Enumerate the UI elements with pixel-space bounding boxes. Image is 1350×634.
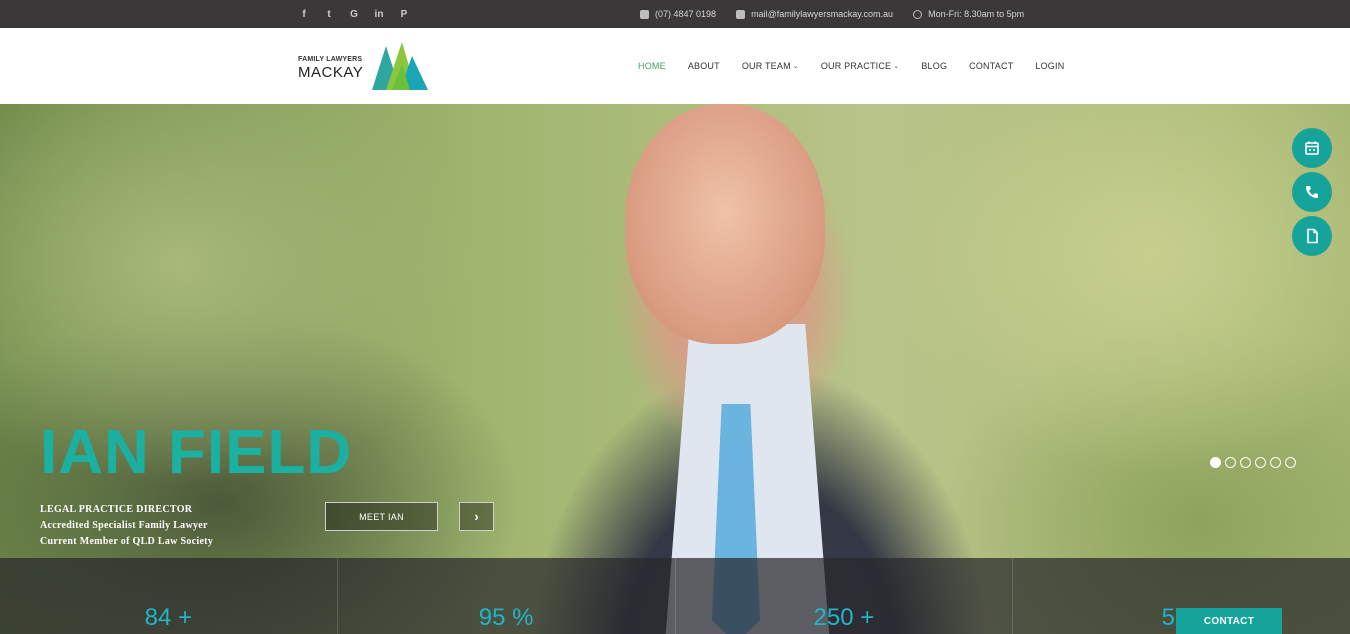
nav-our-team[interactable]: OUR TEAM ⌄ (742, 61, 799, 71)
slide-dot[interactable] (1270, 457, 1281, 468)
top-bar: f t G in P (07) 4847 0198 mail@familylaw… (0, 0, 1350, 28)
logo-mark-icon (372, 42, 428, 90)
nav-login[interactable]: LOGIN (1035, 61, 1064, 71)
email-address[interactable]: mail@familylawyersmackay.com.au (751, 9, 893, 19)
floating-action-buttons (1292, 128, 1332, 256)
stat-number: 95 % (478, 604, 534, 631)
hero-membership: Current Member of QLD Law Society (40, 536, 214, 547)
chevron-right-icon: › (474, 509, 479, 524)
slide-dot[interactable] (1255, 457, 1266, 468)
slide-dot[interactable] (1225, 457, 1236, 468)
mail-icon (736, 9, 746, 19)
stat-item: 84 + (0, 558, 338, 634)
site-logo[interactable]: FAMILY LAWYERS MACKAY (298, 42, 433, 92)
hours-info: Mon-Fri: 8.30am to 5pm (913, 9, 1024, 19)
contact-info: (07) 4847 0198 mail@familylawyersmackay.… (640, 0, 1024, 28)
stat-item: 95 % (338, 558, 676, 634)
clock-icon (913, 9, 923, 19)
site-header: FAMILY LAWYERS MACKAY HOME ABOUT OUR TEA… (0, 28, 1350, 104)
hero-accreditation: Accredited Specialist Family Lawyer (40, 520, 208, 531)
nav-contact[interactable]: CONTACT (969, 61, 1013, 71)
twitter-icon[interactable]: t (323, 9, 335, 20)
google-icon[interactable]: G (348, 9, 360, 20)
contact-tab-button[interactable]: CONTACT (1176, 608, 1282, 634)
social-links: f t G in P (298, 0, 410, 28)
chevron-down-icon: ⌄ (893, 63, 900, 70)
nav-blog[interactable]: BLOG (921, 61, 947, 71)
stat-number: 250 + (813, 604, 875, 631)
slider-pagination (1210, 457, 1296, 468)
stat-item: 250 + (676, 558, 1014, 634)
phone-icon (640, 9, 649, 19)
stats-band: 84 + 95 % 250 + 500 (0, 558, 1350, 634)
hero-photo-portrait (625, 104, 825, 344)
facebook-icon[interactable]: f (298, 9, 310, 20)
meet-ian-button[interactable]: MEET IAN (325, 502, 438, 531)
phone-button[interactable] (1292, 172, 1332, 212)
pinterest-icon[interactable]: P (398, 9, 410, 20)
logo-line-1: FAMILY LAWYERS (298, 56, 363, 63)
phone-icon (1306, 186, 1318, 198)
phone-number[interactable]: (07) 4847 0198 (655, 9, 716, 19)
email-info[interactable]: mail@familylawyersmackay.com.au (736, 9, 893, 19)
slide-dot[interactable] (1240, 457, 1251, 468)
calendar-button[interactable] (1292, 128, 1332, 168)
slide-dot[interactable] (1210, 457, 1221, 468)
chevron-down-icon: ⌄ (792, 63, 799, 70)
nav-about[interactable]: ABOUT (688, 61, 720, 71)
document-button[interactable] (1292, 216, 1332, 256)
document-icon (1307, 228, 1318, 244)
hero-role: LEGAL PRACTICE DIRECTOR (40, 504, 193, 515)
hero-title: IAN FIELD (40, 418, 353, 487)
next-slide-button[interactable]: › (459, 502, 494, 531)
linkedin-icon[interactable]: in (373, 9, 385, 20)
hero-subtitle: LEGAL PRACTICE DIRECTOR Accredited Speci… (40, 502, 213, 550)
opening-hours: Mon-Fri: 8.30am to 5pm (928, 9, 1025, 19)
nav-home[interactable]: HOME (638, 61, 666, 71)
logo-line-2: MACKAY (298, 64, 364, 81)
phone-info[interactable]: (07) 4847 0198 (640, 9, 716, 19)
nav-our-practice[interactable]: OUR PRACTICE ⌄ (821, 61, 899, 71)
slide-dot[interactable] (1285, 457, 1296, 468)
calendar-icon (1305, 141, 1319, 155)
stat-number: 84 + (144, 604, 193, 631)
main-nav: HOME ABOUT OUR TEAM ⌄ OUR PRACTICE ⌄ BLOG … (638, 28, 1086, 104)
hero-slider: IAN FIELD LEGAL PRACTICE DIRECTOR Accred… (0, 104, 1350, 634)
